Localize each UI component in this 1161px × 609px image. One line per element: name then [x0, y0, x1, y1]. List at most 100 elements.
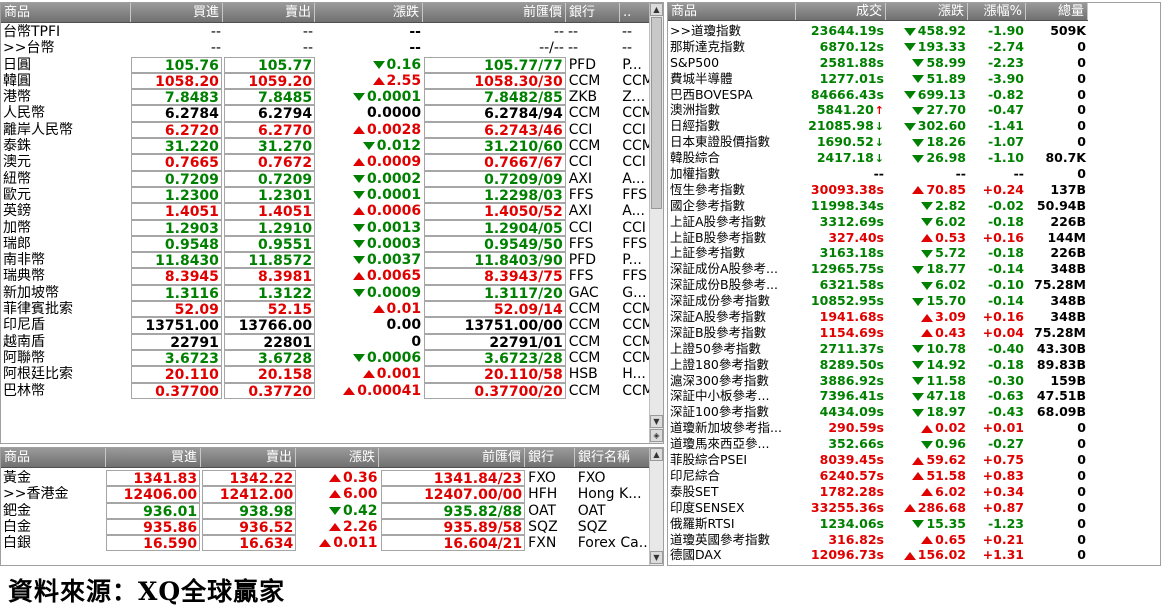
- index-row[interactable]: 深証中小板參考... 7396.41s 47.18 -0.63 47.51B: [668, 388, 1088, 404]
- col-header-bank-name[interactable]: 銀行名稱: [575, 448, 651, 467]
- index-row[interactable]: 費城半導體 1277.01s 51.89 -3.90 0: [668, 71, 1088, 87]
- quote-row[interactable]: 日圓 105.76 105.77 0.16 105.77/77 PFD P...: [1, 56, 651, 73]
- volume-cell: 0: [1077, 452, 1086, 468]
- index-row[interactable]: 深証成份參考指數 10852.95s 15.70 -0.14 348B: [668, 293, 1088, 309]
- col-header-ask[interactable]: 賣出: [223, 3, 315, 22]
- index-row[interactable]: 德國DAX 12096.73s 156.02 +1.31 0: [668, 547, 1088, 563]
- index-name: 那斯達克指數: [670, 38, 746, 54]
- quote-row[interactable]: 港幣 7.8483 7.8485 0.0001 7.8482/85 ZKB Z...: [1, 89, 651, 106]
- scroll-down-icon[interactable]: ▼: [650, 415, 663, 428]
- col-header-prev[interactable]: 前匯價: [379, 448, 525, 467]
- col-header-bid[interactable]: 買進: [131, 3, 223, 22]
- quote-row[interactable]: 越南盾 22791 22801 0 22791/01 CCM CCM: [1, 333, 651, 350]
- change-value: 5.72: [935, 245, 966, 261]
- scroll-thumb[interactable]: [651, 17, 662, 209]
- index-row[interactable]: 國企參考指數 11998.34s 2.82 -0.02 50.94B: [668, 198, 1088, 214]
- index-row[interactable]: 加權指數 -- -- -- 0: [668, 166, 1088, 182]
- index-row[interactable]: 巴西BOVESPA 84666.43s 699.13 -0.82 0: [668, 87, 1088, 103]
- col-header-ask[interactable]: 賣出: [201, 448, 296, 467]
- index-row[interactable]: 上證180參考指數 8289.50s 14.92 -0.18 89.83B: [668, 357, 1088, 373]
- scroll-down-icon[interactable]: ▼: [650, 551, 663, 564]
- quote-row[interactable]: 韓圓 1058.20 1059.20 2.55 1058.30/30 CCM CCM: [1, 72, 651, 90]
- col-header-name[interactable]: 商品: [1, 3, 131, 22]
- change-cell: 6.00: [297, 486, 379, 502]
- down-triangle-icon: [912, 106, 925, 115]
- quote-row[interactable]: 阿聯幣 3.6723 3.6728 0.0006 3.6723/28 CCM CCM: [1, 349, 651, 367]
- quote-row[interactable]: >>台幣 -- -- -- --/-- -- --: [1, 40, 651, 56]
- quote-row[interactable]: 瑞郎 0.9548 0.9551 0.0003 0.9549/50 FFS FFS: [1, 235, 651, 253]
- quote-row[interactable]: 台幣TPFI -- -- -- -- -- --: [1, 24, 651, 40]
- index-row[interactable]: 那斯達克指數 6870.12s 193.33 -2.74 0: [668, 39, 1088, 55]
- quote-row[interactable]: 白金 935.86 936.52 2.26 935.89/58 SQZ SQZ: [1, 518, 651, 536]
- col-header-volume[interactable]: 總量: [1026, 3, 1088, 20]
- col-header-bank[interactable]: 銀行: [566, 3, 620, 22]
- index-row[interactable]: 深証B股參考指數 1154.69s 0.43 +0.04 75.28M: [668, 325, 1088, 341]
- quote-row[interactable]: 黃金 1341.83 1342.22 0.36 1341.84/23 FXO FXO: [1, 470, 651, 487]
- quote-row[interactable]: 人民幣 6.2784 6.2794 0.0000 6.2784/94 CCM CCM: [1, 105, 651, 122]
- col-header-bank[interactable]: 銀行: [525, 448, 575, 467]
- index-row[interactable]: 日本東證股價指數 1690.52↓ 18.26 -1.07 0: [668, 134, 1088, 150]
- quote-row[interactable]: 瑞典幣 8.3945 8.3981 0.0065 8.3943/75 FFS FFS: [1, 268, 651, 285]
- index-row[interactable]: 恆生參考指數 30093.38s 70.85 +0.24 137B: [668, 182, 1088, 198]
- index-row[interactable]: 韓股綜合 2417.18↓ 26.98 -1.10 80.7K: [668, 150, 1088, 166]
- index-row[interactable]: 上証參考指數 3163.18s 5.72 -0.18 226B: [668, 245, 1088, 261]
- index-row[interactable]: 深証成份A股參考... 12965.75s 18.77 -0.14 348B: [668, 261, 1088, 277]
- quote-row[interactable]: 阿根廷比索 20.110 20.158 0.001 20.110/58 HSB H...: [1, 366, 651, 383]
- quote-row[interactable]: 離岸人民幣 6.2720 6.2770 0.0028 6.2743/46 CCI CCI: [1, 121, 651, 139]
- quote-row[interactable]: 鈀金 936.01 938.98 0.42 935.82/88 OAT OAT: [1, 502, 651, 519]
- index-row[interactable]: 菲股綜合PSEI 8039.45s 59.62 +0.75 0: [668, 452, 1088, 468]
- quote-row[interactable]: 加幣 1.2903 1.2910 0.0013 1.2904/05 CCI CCI: [1, 219, 651, 236]
- quote-row[interactable]: 紐幣 0.7209 0.7209 0.0002 0.7209/09 AXI A...: [1, 170, 651, 187]
- col-header-price[interactable]: 成交: [796, 3, 886, 20]
- up-triangle-icon: [328, 490, 341, 499]
- index-row[interactable]: 俄羅斯RTSI 1234.06s 15.35 -1.23 0: [668, 516, 1088, 532]
- index-row[interactable]: >>道瓊指數 23644.19s 458.92 -1.90 509K: [668, 23, 1088, 39]
- quote-row[interactable]: 白銀 16.590 16.634 0.011 16.604/21 FXN Forex Ca.…: [1, 535, 651, 552]
- index-row[interactable]: 澳洲指數 5841.20↑ 27.70 -0.47 0: [668, 102, 1088, 118]
- index-row[interactable]: 上証B股參考指數 327.40s 0.53 +0.16 144M: [668, 230, 1088, 246]
- quote-row[interactable]: 新加坡幣 1.3116 1.3122 0.0009 1.3117/20 GAC G...: [1, 284, 651, 302]
- col-header-change[interactable]: 漲跌: [296, 448, 379, 467]
- index-row[interactable]: 日經指數 21085.98↓ 302.60 -1.41 0: [668, 118, 1088, 134]
- fx-scrollbar[interactable]: ▲ ▼ ◈: [649, 3, 663, 443]
- quote-row[interactable]: 泰銖 31.220 31.270 0.012 31.210/60 CCM CCM: [1, 138, 651, 155]
- index-row[interactable]: 道瓊馬來西亞參... 352.66s 0.96 -0.27 0: [668, 436, 1088, 452]
- index-row[interactable]: 深証成份B股參考... 6321.58s 6.02 -0.10 75.28M: [668, 277, 1088, 293]
- col-header-pct[interactable]: 漲幅%: [968, 3, 1026, 20]
- col-header-bank-name[interactable]: ..: [620, 3, 651, 22]
- index-row[interactable]: 上證50參考指數 2711.37s 10.78 -0.40 43.30B: [668, 341, 1088, 357]
- col-header-bid[interactable]: 買進: [106, 448, 201, 467]
- index-row[interactable]: 深証100參考指數 4434.09s 18.97 -0.43 68.09B: [668, 404, 1088, 420]
- change-value: 302.60: [917, 118, 966, 134]
- quote-row[interactable]: 印尼盾 13751.00 13766.00 0.00 13751.00/00 CCM CCM: [1, 317, 651, 334]
- pct-cell: -0.14: [987, 261, 1024, 277]
- scroll-up-icon[interactable]: ▲: [650, 448, 663, 461]
- scroll-expand-icon[interactable]: ◈: [650, 429, 663, 442]
- index-row[interactable]: 滬深300參考指數 3886.92s 11.58 -0.30 159B: [668, 373, 1088, 389]
- quote-row[interactable]: 南非幣 11.8430 11.8572 0.0037 11.8403/90 PFD P...: [1, 252, 651, 269]
- quote-row[interactable]: 澳元 0.7665 0.7672 0.0009 0.7667/67 CCI CCI: [1, 154, 651, 171]
- quote-row[interactable]: 菲律賓批索 52.09 52.15 0.01 52.09/14 CCM CCM: [1, 301, 651, 318]
- metal-scrollbar[interactable]: ▲ ▼: [649, 448, 663, 565]
- col-header-change[interactable]: 漲跌: [886, 3, 968, 20]
- index-row[interactable]: 印尼綜合 6240.57s 51.58 +0.83 0: [668, 468, 1088, 484]
- index-row[interactable]: 泰股SET 1782.28s 6.02 +0.34 0: [668, 484, 1088, 500]
- price-value: 10852.95s: [810, 293, 884, 309]
- col-header-prev[interactable]: 前匯價: [423, 3, 566, 22]
- quote-row[interactable]: 歐元 1.2300 1.2301 0.0001 1.2298/03 FFS FFS: [1, 186, 651, 204]
- index-row[interactable]: 上証A股參考指數 3312.69s 6.02 -0.18 226B: [668, 214, 1088, 230]
- index-row[interactable]: 道瓊新加坡參考指... 290.59s 0.02 +0.01 0: [668, 420, 1088, 436]
- quote-row[interactable]: 英鎊 1.4051 1.4051 0.0006 1.4050/52 AXI A...: [1, 203, 651, 220]
- down-triangle-icon: [921, 218, 934, 227]
- index-row[interactable]: S&P500 2581.88s 58.99 -2.23 0: [668, 55, 1088, 71]
- index-row[interactable]: 深証A股參考指數 1941.68s 3.09 +0.16 348B: [668, 309, 1088, 325]
- quote-row[interactable]: >>香港金 12406.00 12412.00 6.00 12407.00/00 HFH H…: [1, 486, 651, 503]
- index-row[interactable]: 印度SENSEX 33255.36s 286.68 +0.87 0: [668, 500, 1088, 516]
- col-header-change[interactable]: 漲跌: [315, 3, 423, 22]
- quote-row[interactable]: 巴林幣 0.37700 0.37720 0.00041 0.37700/20 CCM CCM: [1, 382, 651, 399]
- index-row[interactable]: 道瓊英國參考指數 316.82s 0.65 +0.21 0: [668, 532, 1088, 548]
- scroll-up-icon[interactable]: ▲: [650, 3, 663, 16]
- col-header-name[interactable]: 商品: [668, 3, 796, 20]
- col-header-name[interactable]: 商品: [1, 448, 106, 467]
- arrow-down-icon: ↓: [874, 152, 884, 166]
